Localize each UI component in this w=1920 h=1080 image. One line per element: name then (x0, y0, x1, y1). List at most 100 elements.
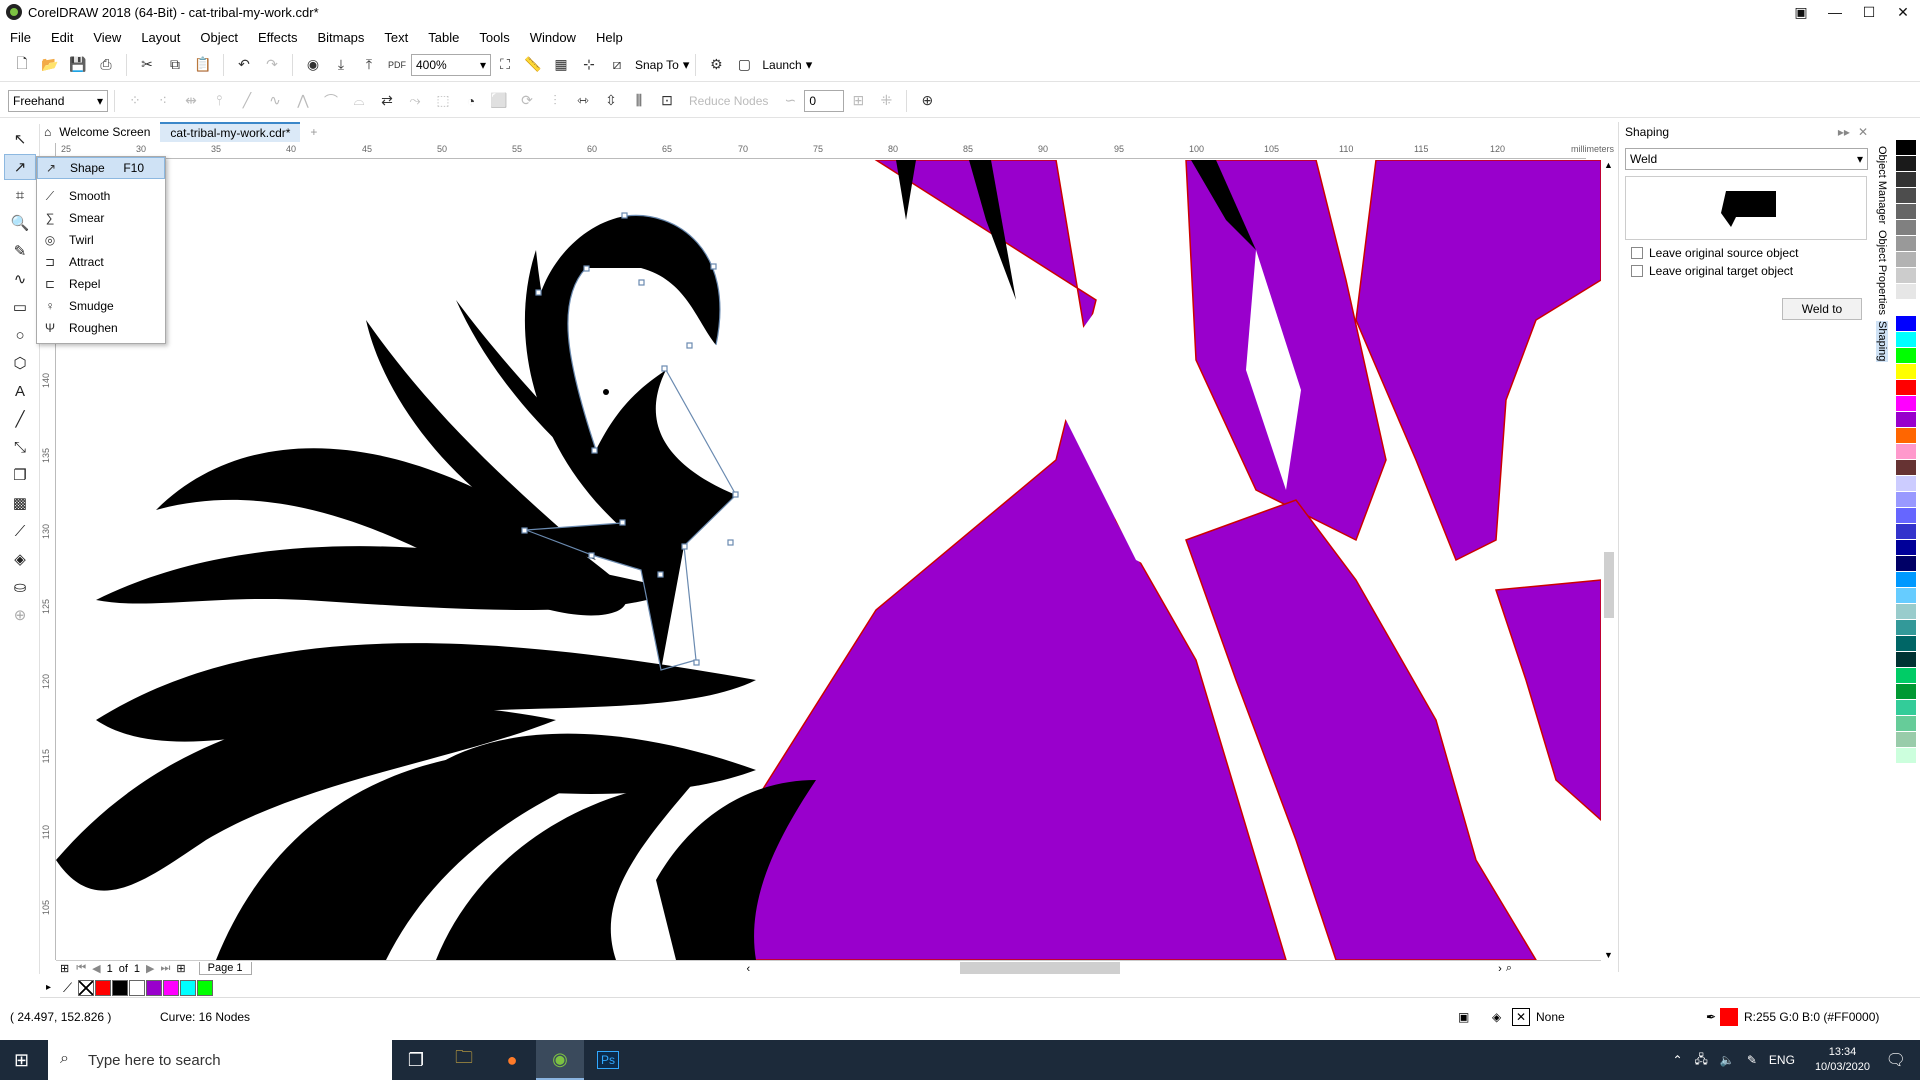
grid-icon[interactable]: ▦ (550, 54, 572, 76)
volume-icon[interactable]: 🔈 (1720, 1053, 1735, 1067)
menu-effects[interactable]: Effects (258, 30, 298, 45)
palette-swatch[interactable] (1896, 748, 1916, 764)
notifications-icon[interactable]: 🗨 (1886, 1050, 1906, 1070)
flyout-item-smudge[interactable]: ♀ Smudge (37, 295, 165, 317)
palette-swatch[interactable] (1896, 556, 1916, 572)
document-palette-swatch[interactable] (197, 979, 214, 996)
palette-swatch[interactable] (1896, 380, 1916, 396)
select-all-nodes-icon[interactable]: ⁜ (875, 90, 897, 112)
scroll-down-icon[interactable]: ▼ (1604, 950, 1613, 960)
palette-swatch[interactable] (1896, 284, 1916, 300)
file-explorer-icon[interactable]: 🗀 (440, 1040, 488, 1080)
docker-close-icon[interactable]: ✕ (1858, 125, 1868, 139)
minimize-button[interactable]: — (1818, 0, 1852, 24)
scroll-left-icon[interactable]: ‹ (747, 963, 751, 975)
menu-edit[interactable]: Edit (51, 30, 73, 45)
checkbox-box[interactable] (1631, 247, 1643, 259)
curve-smoothness-input[interactable]: 0 (804, 89, 845, 112)
flyout-item-smear[interactable]: ∑ Smear (37, 207, 165, 229)
document-palette-swatch[interactable] (146, 979, 163, 996)
menu-window[interactable]: Window (530, 30, 576, 45)
palette-swatch[interactable] (1896, 220, 1916, 236)
first-page-icon[interactable]: ⏮ (76, 962, 86, 975)
outline-pen-icon[interactable]: ✒ (1706, 1010, 1716, 1024)
pick-tool-icon[interactable]: ↖ (4, 126, 36, 152)
menu-object[interactable]: Object (200, 30, 238, 45)
to-line-icon[interactable]: ╱ (236, 90, 258, 112)
palette-swatch[interactable] (1896, 524, 1916, 540)
tab-document[interactable]: cat-tribal-my-work.cdr* (160, 122, 301, 142)
snap-to-icon[interactable]: ⧄ (606, 54, 628, 76)
palette-swatch[interactable] (1896, 444, 1916, 460)
snap-to-button[interactable]: Snap To (635, 58, 679, 72)
menu-text[interactable]: Text (384, 30, 408, 45)
purple-cat-shapes[interactable] (705, 160, 1601, 960)
palette-swatch[interactable] (1896, 252, 1916, 268)
symmetric-node-icon[interactable]: ⌓ (348, 90, 370, 112)
palette-swatch[interactable] (1896, 476, 1916, 492)
maximize-button[interactable]: ☐ (1852, 0, 1886, 24)
palette-swatch[interactable] (1896, 620, 1916, 636)
open-icon[interactable]: 📂 (39, 54, 61, 76)
cut-icon[interactable]: ✂ (136, 54, 158, 76)
palette-swatch[interactable] (1896, 668, 1916, 684)
guidelines-icon[interactable]: ⊹ (578, 54, 600, 76)
tray-chevron-icon[interactable]: ⌃ (1672, 1053, 1682, 1067)
pen-icon[interactable]: ✎ (1747, 1053, 1757, 1067)
rulers-icon[interactable]: 📏 (522, 54, 544, 76)
to-curve-icon[interactable]: ∿ (264, 90, 286, 112)
drawing-canvas[interactable] (56, 160, 1601, 960)
delete-node-icon[interactable]: ⁖ (152, 90, 174, 112)
mirror-vertical-icon[interactable]: ⇳ (600, 90, 622, 112)
search-content-icon[interactable]: ◉ (302, 54, 324, 76)
import-icon[interactable]: ⤓ (330, 54, 352, 76)
flyout-item-twirl[interactable]: ◎ Twirl (37, 229, 165, 251)
scroll-up-icon[interactable]: ▲ (1604, 160, 1613, 170)
eyedropper-icon[interactable]: ⟋ (4, 518, 36, 544)
extract-subpath-icon[interactable]: ⬚ (432, 90, 454, 112)
network-icon[interactable]: 🖧 (1695, 1050, 1708, 1071)
stretch-nodes-icon[interactable]: ⬜ (488, 90, 510, 112)
freehand-tool-icon[interactable]: ✎ (4, 238, 36, 264)
extend-curve-icon[interactable]: ⤳ (404, 90, 426, 112)
drop-shadow-icon[interactable]: ❐ (4, 462, 36, 488)
horizontal-ruler[interactable]: 25 30 35 40 45 50 55 60 65 70 75 80 85 9… (56, 143, 1614, 159)
elastic-mode-icon[interactable]: ⫼ (628, 90, 650, 112)
prev-page-icon[interactable]: ◀ (92, 962, 100, 975)
menu-help[interactable]: Help (596, 30, 623, 45)
interactive-fill-icon[interactable]: ◈ (4, 546, 36, 572)
eyedropper-icon[interactable]: ⟋ (63, 980, 72, 996)
zoom-level-select[interactable]: 400% ▾ (411, 53, 491, 76)
palette-swatch[interactable] (1896, 508, 1916, 524)
zoom-tool-icon[interactable]: 🔍 (4, 210, 36, 236)
new-document-icon[interactable]: 🗋 (11, 54, 33, 76)
tab-welcome-screen[interactable]: ⌂ Welcome Screen (34, 122, 160, 142)
text-tool-icon[interactable]: A (4, 378, 36, 404)
palette-swatch[interactable] (1896, 732, 1916, 748)
flyout-item-attract[interactable]: ⊐ Attract (37, 251, 165, 273)
shaping-operation-select[interactable]: Weld ▾ (1625, 148, 1868, 170)
undo-icon[interactable]: ↶ (233, 54, 255, 76)
leave-target-checkbox[interactable]: Leave original target object (1631, 264, 1862, 278)
palette-swatch[interactable] (1896, 572, 1916, 588)
export-icon[interactable]: ⤒ (358, 54, 380, 76)
menu-layout[interactable]: Layout (141, 30, 180, 45)
cusp-node-icon[interactable]: ⋀ (292, 90, 314, 112)
paste-icon[interactable]: 📋 (192, 54, 214, 76)
menu-view[interactable]: View (93, 30, 121, 45)
join-nodes-icon[interactable]: ⇹ (180, 90, 202, 112)
photoshop-taskbar-icon[interactable]: Ps (584, 1040, 632, 1080)
palette-swatch[interactable] (1896, 652, 1916, 668)
menu-bitmaps[interactable]: Bitmaps (317, 30, 364, 45)
add-node-icon[interactable]: ⁘ (124, 90, 146, 112)
zoom-icon[interactable]: ⌕ (1506, 962, 1512, 975)
menu-tools[interactable]: Tools (479, 30, 509, 45)
close-curve-icon[interactable]: ◔ (460, 90, 482, 112)
flyout-item-repel[interactable]: ⊏ Repel (37, 273, 165, 295)
palette-arrow-icon[interactable]: ▸ (46, 982, 51, 993)
vertical-scroll-thumb[interactable] (1604, 552, 1614, 618)
palette-swatch[interactable] (1896, 428, 1916, 444)
select-all-nodes-icon[interactable]: ⊡ (656, 90, 678, 112)
transparency-icon[interactable]: ▩ (4, 490, 36, 516)
ellipse-tool-icon[interactable]: ○ (4, 322, 36, 348)
